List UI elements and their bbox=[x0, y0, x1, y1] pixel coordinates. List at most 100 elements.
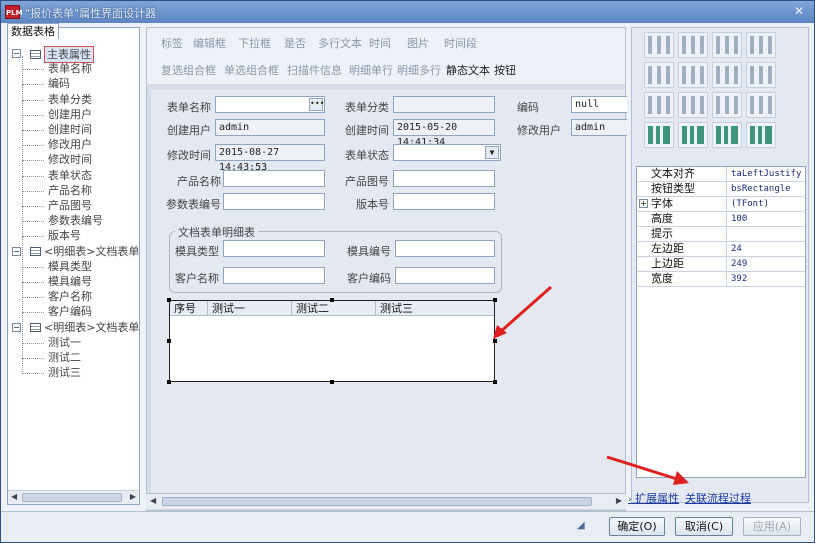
tab-data-table[interactable]: 数据表格 bbox=[7, 23, 59, 39]
tool-detail-multi[interactable]: 明细多行 bbox=[397, 62, 441, 78]
creator-field[interactable]: admin bbox=[215, 119, 325, 136]
scroll-left-icon[interactable]: ◀ bbox=[150, 496, 156, 505]
tree-scrollbar[interactable]: ◀ ▶ bbox=[8, 490, 139, 504]
property-row[interactable]: 宽度 392 bbox=[637, 272, 805, 287]
tool-scan[interactable]: 扫描件信息 bbox=[287, 62, 342, 78]
align-right-icon[interactable] bbox=[678, 32, 708, 58]
tree-group-node[interactable]: − <明细表>文档表单多 bbox=[12, 320, 139, 335]
space-horizontal-icon[interactable] bbox=[712, 62, 742, 88]
property-value[interactable]: 392 bbox=[731, 272, 805, 286]
property-row[interactable]: 高度 100 bbox=[637, 212, 805, 227]
tool-yesno[interactable]: 是否 bbox=[284, 35, 306, 51]
align-left-icon[interactable] bbox=[644, 32, 674, 58]
same-height-icon[interactable] bbox=[678, 92, 708, 118]
ok-button[interactable]: 确定(O) bbox=[609, 517, 665, 536]
move-up-icon[interactable] bbox=[746, 122, 776, 148]
move-right-icon[interactable] bbox=[712, 122, 742, 148]
tool-image[interactable]: 图片 bbox=[407, 35, 429, 51]
resize-handle[interactable] bbox=[330, 380, 334, 384]
chevron-down-icon[interactable]: ▼ bbox=[485, 146, 499, 159]
param-no-field[interactable] bbox=[223, 193, 325, 210]
collapse-icon[interactable]: − bbox=[12, 49, 21, 58]
grid-col-test1[interactable]: 测试一 bbox=[208, 301, 292, 316]
cancel-button[interactable]: 取消(C) bbox=[675, 517, 733, 536]
align-hcenter-icon[interactable] bbox=[644, 62, 674, 88]
product-drawing-field[interactable] bbox=[393, 170, 495, 187]
detail-grid[interactable]: 序号 测试一 测试二 测试三 bbox=[167, 298, 497, 384]
same-size-icon[interactable] bbox=[712, 92, 742, 118]
canvas-scroll-thumb[interactable] bbox=[162, 497, 592, 506]
grid-col-test2[interactable]: 测试二 bbox=[292, 301, 376, 316]
collapse-icon[interactable]: − bbox=[12, 246, 21, 256]
created-field[interactable]: 2015-05-20 14:41:34 bbox=[393, 119, 495, 148]
tree-group-node[interactable]: − 主表属性 bbox=[12, 46, 94, 63]
align-top-icon[interactable] bbox=[712, 32, 742, 58]
move-down-icon[interactable] bbox=[678, 122, 708, 148]
property-value[interactable]: 249 bbox=[731, 257, 805, 271]
customer-code-field[interactable] bbox=[395, 267, 495, 284]
property-value[interactable]: (TFont) bbox=[731, 197, 805, 211]
workflow-link[interactable]: 关联流程过程 bbox=[685, 490, 751, 506]
resize-handle[interactable] bbox=[167, 298, 171, 302]
resize-grip-icon[interactable]: ◢ bbox=[577, 520, 585, 531]
title-bar[interactable]: PLM "报价表单"属性界面设计器 ✕ bbox=[1, 1, 814, 23]
modified-field[interactable]: 2015-08-27 14:43:53 bbox=[215, 144, 325, 173]
property-value[interactable]: 24 bbox=[731, 242, 805, 256]
same-width-icon[interactable] bbox=[644, 92, 674, 118]
tool-checkgroup[interactable]: 复选组合框 bbox=[161, 62, 216, 78]
property-value[interactable]: bsRectangle bbox=[731, 182, 805, 196]
property-value[interactable]: 100 bbox=[731, 212, 805, 226]
expand-icon[interactable]: + bbox=[639, 199, 648, 208]
scroll-right-icon[interactable]: ▶ bbox=[616, 496, 622, 505]
property-row[interactable]: + 字体 (TFont) bbox=[637, 197, 805, 212]
collapse-icon[interactable]: − bbox=[12, 322, 21, 332]
scroll-thumb[interactable] bbox=[22, 493, 122, 502]
resize-handle[interactable] bbox=[167, 380, 171, 384]
tool-time[interactable]: 时间 bbox=[369, 35, 391, 51]
distribute-icon[interactable] bbox=[746, 92, 776, 118]
resize-handle[interactable] bbox=[167, 339, 171, 343]
tool-static-text[interactable]: 静态文本 bbox=[446, 62, 490, 78]
ellipsis-icon[interactable]: ••• bbox=[309, 98, 324, 111]
property-row[interactable]: 按钮类型 bsRectangle bbox=[637, 182, 805, 197]
form-name-field[interactable]: ••• bbox=[215, 96, 325, 113]
extended-properties-label[interactable]: 扩展属性 bbox=[635, 492, 679, 505]
tool-multiline[interactable]: 多行文本 bbox=[318, 35, 362, 51]
resize-handle[interactable] bbox=[493, 380, 497, 384]
grid-col-test3[interactable]: 测试三 bbox=[376, 301, 494, 316]
tool-radiogroup[interactable]: 单选组合框 bbox=[224, 62, 279, 78]
tool-label[interactable]: 标签 bbox=[161, 35, 183, 51]
move-left-icon[interactable] bbox=[644, 122, 674, 148]
resize-handle[interactable] bbox=[330, 298, 334, 302]
property-row[interactable]: 文本对齐 taLeftJustify bbox=[637, 167, 805, 182]
customer-name-field[interactable] bbox=[223, 267, 325, 284]
tree-group-node[interactable]: − <明细表>文档表单明 bbox=[12, 244, 139, 259]
version-field[interactable] bbox=[393, 193, 495, 210]
property-row[interactable]: 上边距 249 bbox=[637, 257, 805, 272]
align-bottom-icon[interactable] bbox=[746, 32, 776, 58]
tool-timespan[interactable]: 时间段 bbox=[444, 35, 477, 51]
extended-properties-link[interactable]: › 扩展属性 bbox=[628, 490, 679, 506]
status-select[interactable]: ▼ bbox=[393, 144, 501, 161]
property-value[interactable]: taLeftJustify bbox=[731, 167, 805, 181]
product-name-field[interactable] bbox=[223, 170, 325, 187]
property-value[interactable] bbox=[731, 227, 805, 241]
modifier-field[interactable]: admin bbox=[571, 119, 627, 136]
property-row[interactable]: 提示 bbox=[637, 227, 805, 242]
tool-edit[interactable]: 编辑框 bbox=[193, 35, 226, 51]
grid-col-seq[interactable]: 序号 bbox=[170, 301, 208, 316]
mold-type-field[interactable] bbox=[223, 240, 325, 257]
tool-dropdown[interactable]: 下拉框 bbox=[238, 35, 271, 51]
tool-button[interactable]: 按钮 bbox=[494, 62, 516, 78]
form-category-field[interactable] bbox=[393, 96, 495, 113]
close-icon[interactable]: ✕ bbox=[792, 4, 806, 18]
scroll-right-icon[interactable]: ▶ bbox=[130, 492, 136, 501]
align-vcenter-icon[interactable] bbox=[678, 62, 708, 88]
space-vertical-icon[interactable] bbox=[746, 62, 776, 88]
tool-detail-single[interactable]: 明细单行 bbox=[349, 62, 393, 78]
canvas-scrollbar[interactable]: ◀ ▶ bbox=[146, 493, 626, 509]
mold-no-field[interactable] bbox=[395, 240, 495, 257]
property-row[interactable]: 左边距 24 bbox=[637, 242, 805, 257]
apply-button[interactable]: 应用(A) bbox=[743, 517, 801, 536]
scroll-left-icon[interactable]: ◀ bbox=[11, 492, 17, 501]
